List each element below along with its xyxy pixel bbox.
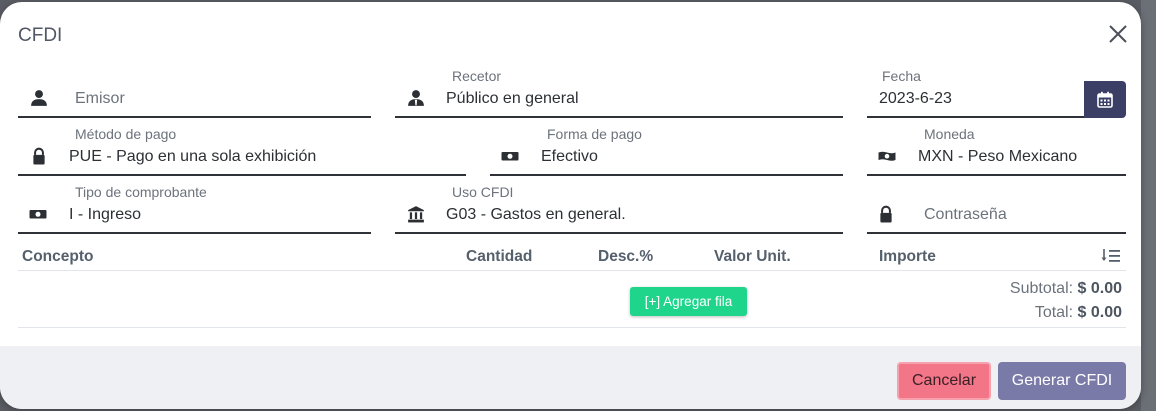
header-descuento: Desc.% xyxy=(598,248,654,265)
modal-title: CFDI xyxy=(18,25,63,46)
total-label: Total: xyxy=(1034,304,1074,321)
subtotal-line: Subtotal: $ 0.00 xyxy=(1010,280,1122,298)
user-tie-icon xyxy=(408,90,424,106)
calendar-button[interactable] xyxy=(1084,81,1126,118)
close-icon[interactable] xyxy=(1106,22,1130,46)
fecha-field[interactable]: Fecha 2023-6-23 xyxy=(867,68,1084,118)
moneda-field[interactable]: Moneda MXN - Peso Mexicano xyxy=(867,126,1126,176)
table-bottom-divider xyxy=(18,327,1126,328)
metodo-pago-field[interactable]: Método de pago PUE - Pago en una sola ex… xyxy=(18,126,466,176)
generate-cfdi-button[interactable]: Generar CFDI xyxy=(998,362,1126,400)
lock-icon xyxy=(33,147,45,165)
tipo-comprobante-label: Tipo de comprobante xyxy=(75,184,207,200)
metodo-pago-label: Método de pago xyxy=(75,126,177,142)
header-concepto: Concepto xyxy=(22,248,94,265)
forma-pago-label: Forma de pago xyxy=(547,126,642,142)
cfdi-modal: CFDI Emisor Recetor Público en general F… xyxy=(0,2,1141,409)
uso-cfdi-label: Uso CFDI xyxy=(452,184,514,200)
receptor-value: Público en general xyxy=(446,90,579,107)
fecha-label: Fecha xyxy=(882,68,921,84)
header-importe: Importe xyxy=(879,248,936,265)
money-bill-icon xyxy=(501,152,519,161)
tipo-comprobante-value: I - Ingreso xyxy=(69,206,142,223)
contrasena-field[interactable]: Contraseña xyxy=(867,197,1126,234)
uso-cfdi-field[interactable]: Uso CFDI G03 - Gastos en general. xyxy=(395,184,843,234)
moneda-value: MXN - Peso Mexicano xyxy=(918,148,1078,165)
calendar-icon xyxy=(1097,91,1113,108)
sort-list-icon[interactable] xyxy=(1101,248,1121,264)
receptor-label: Recetor xyxy=(452,68,502,84)
header-valor-unit: Valor Unit. xyxy=(714,248,791,265)
user-icon xyxy=(31,90,47,106)
tipo-comprobante-field[interactable]: Tipo de comprobante I - Ingreso xyxy=(18,184,371,234)
header-cantidad: Cantidad xyxy=(466,248,533,265)
receptor-field[interactable]: Recetor Público en general xyxy=(395,68,843,118)
money-bill-icon xyxy=(29,210,47,219)
lock-icon xyxy=(880,205,892,223)
landmark-icon xyxy=(408,206,424,223)
total-value: $ 0.00 xyxy=(1077,304,1122,321)
moneda-label: Moneda xyxy=(924,126,975,142)
add-row-button[interactable]: [+] Agregar fila xyxy=(630,287,747,316)
subtotal-value: $ 0.00 xyxy=(1077,280,1122,297)
emisor-field[interactable]: Emisor xyxy=(18,81,371,118)
forma-pago-field[interactable]: Forma de pago Efectivo xyxy=(490,126,843,176)
table-divider xyxy=(18,270,1126,271)
cancel-button[interactable]: Cancelar xyxy=(897,362,991,400)
uso-cfdi-value: G03 - Gastos en general. xyxy=(446,206,626,223)
fecha-value: 2023-6-23 xyxy=(879,90,952,107)
total-line: Total: $ 0.00 xyxy=(1035,304,1122,322)
metodo-pago-value: PUE - Pago en una sola exhibición xyxy=(69,148,317,165)
contrasena-placeholder: Contraseña xyxy=(924,206,1007,223)
money-bill-wave-icon xyxy=(878,151,896,161)
forma-pago-value: Efectivo xyxy=(541,148,598,165)
subtotal-label: Subtotal: xyxy=(1009,280,1074,297)
emisor-placeholder: Emisor xyxy=(75,90,125,107)
background-strip xyxy=(1141,0,1156,411)
